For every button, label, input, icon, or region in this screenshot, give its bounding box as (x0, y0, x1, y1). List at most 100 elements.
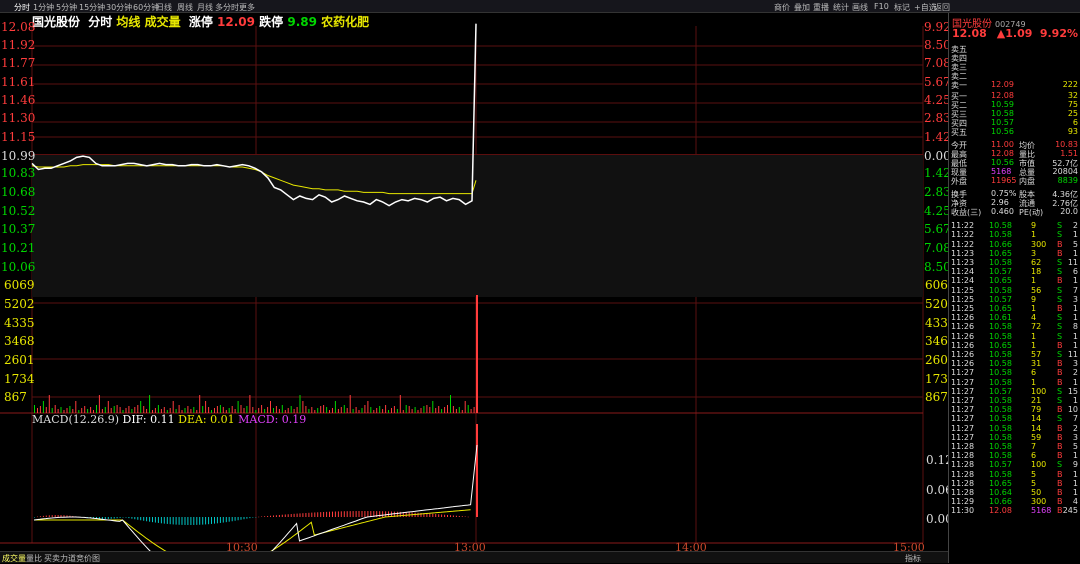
trade-price: 10.58 (989, 368, 1012, 378)
trade-volume: 31 (1031, 359, 1042, 369)
macd-bar (355, 511, 357, 517)
trade-count: 1 (1072, 377, 1078, 387)
volume-bar (311, 407, 313, 413)
volume-bar (332, 408, 333, 413)
volume-bar (323, 405, 325, 413)
macd-bar (467, 516, 469, 518)
trade-price: 10.65 (989, 340, 1012, 350)
price-tick-left: 10.83 (1, 166, 36, 180)
stat-value: 2.96 (991, 198, 1009, 207)
volume-bar (464, 401, 466, 413)
trade-price: 10.66 (989, 239, 1012, 249)
price-tick-left: 10.21 (1, 241, 36, 255)
trade-volume: 59 (1031, 432, 1042, 442)
trade-row: 11:27 10.58 79 B 10 (951, 405, 1078, 414)
trade-count: 1 (1072, 304, 1078, 313)
macd-bar (461, 516, 463, 517)
last-price: 12.08 (952, 27, 987, 40)
trade-side: S (1057, 230, 1063, 240)
macd-bar (178, 517, 180, 525)
macd-bar (334, 511, 336, 517)
trade-time: 11:25 (951, 294, 975, 304)
trade-row: 11:27 10.58 21 S 1 (951, 396, 1078, 405)
trade-volume: 1 (1031, 331, 1037, 341)
macd-bar (51, 515, 53, 517)
volume-bar (417, 410, 419, 413)
macd-bar (134, 517, 136, 520)
macd-bar (326, 511, 328, 517)
volume-bar (426, 405, 428, 413)
macd-bar (228, 517, 230, 522)
trade-volume: 21 (1031, 396, 1042, 405)
ask-row: 卖四 (951, 53, 1078, 63)
stat-row: 收益(三) 0.460 PE(动) 20.0 (951, 207, 1078, 217)
trade-count: 1 (1072, 451, 1078, 461)
trade-time: 11:27 (951, 414, 975, 424)
price-tick-left: 10.52 (1, 204, 36, 218)
stat-row: 外盘 11965 内盘 8839 (951, 176, 1078, 186)
stat-label: 收益(三) (951, 208, 982, 217)
macd-bar (435, 514, 437, 517)
macd-bar (346, 511, 348, 517)
bottom-tab-2[interactable]: 买卖力道 (44, 553, 76, 564)
macd-bar (154, 517, 156, 523)
price-tick-left: 12.08 (1, 20, 36, 34)
volume-bar (441, 409, 443, 413)
trade-count: 7 (1072, 285, 1078, 295)
volume-bar (84, 406, 86, 413)
intraday-chart[interactable] (0, 0, 948, 563)
volume-bar (329, 410, 330, 413)
ask-price: 12.09 (991, 80, 1014, 89)
bid-row: 买五 10.56 93 (951, 127, 1078, 137)
vol-tick-left: 867 (4, 390, 27, 404)
trade-side: B (1057, 423, 1063, 433)
bottom-tab-0[interactable]: 成交量 (2, 553, 26, 564)
bottom-tab-1[interactable]: 量比 (26, 553, 42, 564)
trade-price: 10.58 (989, 469, 1012, 479)
macd-bar (255, 517, 257, 518)
ask-label: 卖一 (951, 81, 967, 90)
macd-value: MACD: 0.19 (238, 413, 307, 426)
ask-row: 卖一 12.09 222 (951, 80, 1078, 90)
macd-bar (243, 517, 245, 520)
stat-row: 最低 10.56 市值 52.7亿 (951, 158, 1078, 168)
trade-volume: 5168 (1031, 506, 1052, 516)
macd-bar (34, 517, 35, 518)
macd-bar (302, 513, 304, 517)
trade-volume: 14 (1031, 423, 1042, 433)
macd-bar (190, 517, 192, 525)
ask-row: 卖二 (951, 71, 1078, 81)
trade-price: 10.58 (989, 331, 1012, 341)
macd-bar (287, 514, 289, 517)
price-tick-left: 11.46 (1, 93, 36, 107)
below-close-shade (32, 155, 923, 297)
trade-price: 10.58 (989, 405, 1012, 415)
macd-bar (104, 517, 106, 519)
volume-bar (435, 408, 437, 413)
volume-bar (157, 405, 159, 413)
volume-bar (470, 409, 472, 413)
macd-bar (205, 517, 207, 525)
price-tick-left: 11.61 (1, 75, 36, 89)
macd-bar (131, 517, 133, 519)
bottom-tab-3[interactable]: 竞价图 (76, 553, 100, 564)
volume-bar (355, 407, 357, 413)
volume-bar (408, 406, 410, 413)
macd-dea: DEA: 0.01 (178, 413, 235, 426)
macd-bar (296, 513, 298, 517)
indicator-button[interactable]: 指标 (905, 553, 921, 564)
volume-bar (75, 401, 77, 413)
volume-bar (361, 408, 363, 413)
volume-bar (261, 405, 263, 413)
macd-bar (214, 517, 215, 524)
volume-bar (405, 405, 407, 413)
stat-value: 8839 (1057, 176, 1078, 185)
trade-side: S (1057, 331, 1063, 341)
price-pct: 9.92% (1039, 27, 1078, 40)
trade-price: 10.66 (989, 497, 1012, 507)
volume-bar (275, 406, 277, 413)
bid-price: 10.57 (991, 118, 1014, 127)
trade-volume: 1 (1031, 276, 1037, 286)
volume-bar (438, 406, 440, 413)
macd-bar (116, 517, 118, 519)
